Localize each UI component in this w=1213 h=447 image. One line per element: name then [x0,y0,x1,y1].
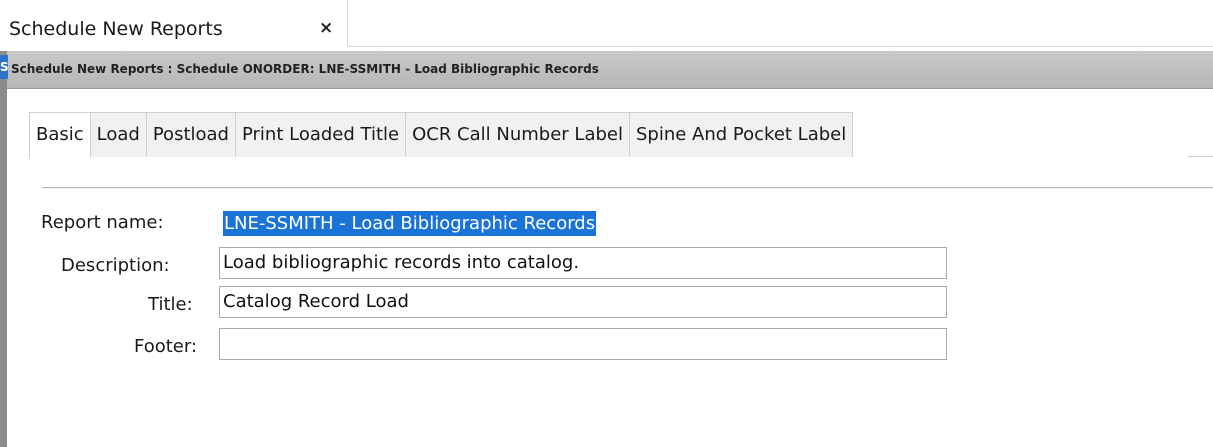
footer-field[interactable] [219,328,947,360]
tab-print-loaded-title[interactable]: Print Loaded Title [235,112,407,157]
tab-load[interactable]: Load [90,112,147,157]
title-label: Title: [148,294,193,315]
tab-strip-border [348,46,1213,47]
report-name-value: LNE-SSMITH - Load Bibliographic Records [223,211,597,236]
schedule-reports-window: Schedule New Reports × S Schedule New Re… [0,0,1213,447]
title-field[interactable]: Catalog Record Load [219,286,947,318]
outer-tab-schedule-new-reports[interactable]: Schedule New Reports × [0,0,348,47]
outer-tab-label: Schedule New Reports [9,18,223,40]
footer-label: Footer: [134,336,198,357]
window-app-icon: S [0,55,8,79]
tab-ocr-call-number-label[interactable]: OCR Call Number Label [406,112,630,157]
report-tabs: Basic Load Postload Print Loaded Title O… [29,112,854,158]
tab-row-border [1188,156,1213,157]
close-icon[interactable]: × [319,18,333,38]
tab-postload[interactable]: Postload [146,112,236,157]
window-title-bar[interactable]: Schedule New Reports : Schedule ONORDER:… [7,51,1213,89]
description-label: Description: [61,255,170,276]
left-frame-strip [0,51,7,447]
tab-spine-and-pocket-label[interactable]: Spine And Pocket Label [629,112,854,157]
report-name-field[interactable]: LNE-SSMITH - Load Bibliographic Records [219,208,947,240]
form-separator [42,187,1213,189]
window-title: Schedule New Reports : Schedule ONORDER:… [11,62,599,76]
report-name-label: Report name: [41,212,164,233]
tab-basic[interactable]: Basic [29,112,91,158]
description-field[interactable]: Load bibliographic records into catalog. [219,247,947,279]
